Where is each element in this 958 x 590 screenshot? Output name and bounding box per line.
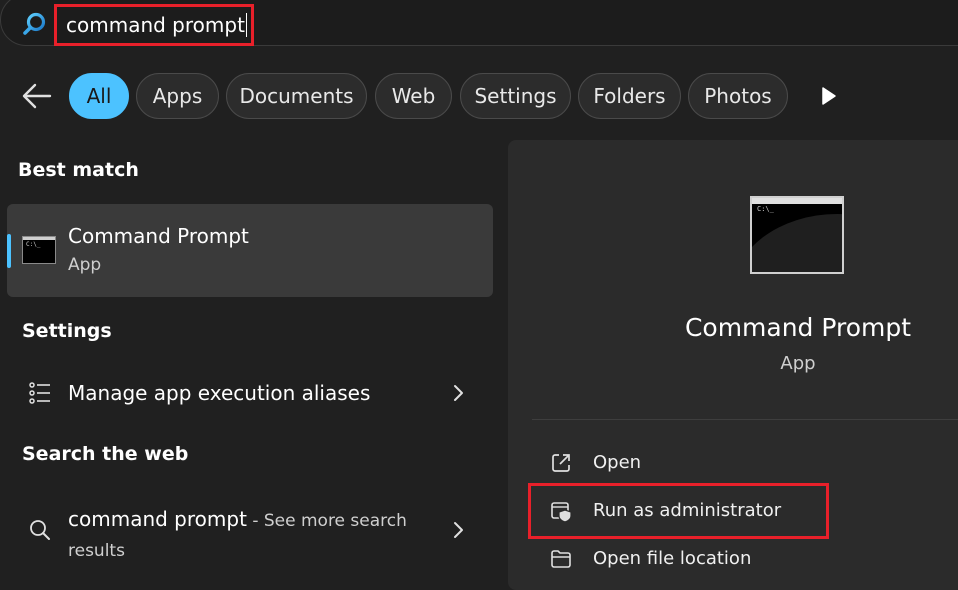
command-prompt-icon: C:\_ (22, 236, 56, 264)
details-subtitle: App (780, 353, 816, 374)
best-match-header: Best match (18, 159, 139, 181)
open-label: Open (593, 452, 642, 473)
filter-chip-web[interactable]: Web (375, 73, 452, 119)
open-file-location-label: Open file location (593, 548, 752, 569)
web-query-text: command prompt (68, 507, 247, 531)
list-icon (28, 381, 52, 405)
selection-indicator (7, 234, 11, 268)
filter-chip-photos[interactable]: Photos (688, 73, 788, 119)
more-filters-button[interactable] (820, 86, 838, 106)
best-match-item[interactable] (7, 204, 493, 297)
filter-chip-settings[interactable]: Settings (460, 73, 571, 119)
settings-item-label: Manage app execution aliases (68, 381, 371, 405)
web-suffix-text-2: results (68, 541, 125, 561)
search-web-header: Search the web (22, 443, 189, 465)
best-match-title: Command Prompt (68, 224, 249, 248)
shield-window-icon (550, 500, 572, 523)
search-icon (22, 11, 48, 37)
filter-chip-all[interactable]: All (69, 73, 129, 119)
back-button[interactable] (20, 80, 54, 112)
search-query-text: command prompt (66, 13, 245, 37)
open-external-icon (550, 452, 572, 474)
filter-chip-folders[interactable]: Folders (578, 73, 681, 119)
magnifier-icon (28, 518, 52, 542)
filter-chip-apps[interactable]: Apps (136, 73, 219, 119)
details-title: Command Prompt (684, 313, 912, 342)
web-result-text: command prompt - See more search results (68, 504, 438, 566)
chevron-right-icon (452, 521, 464, 539)
settings-header: Settings (22, 320, 112, 342)
best-match-subtitle: App (68, 255, 102, 275)
filter-chip-documents[interactable]: Documents (226, 73, 367, 119)
search-input[interactable]: command prompt (54, 4, 254, 46)
web-suffix-text: - See more search (246, 511, 407, 531)
text-caret (245, 13, 247, 37)
run-as-admin-label: Run as administrator (593, 500, 782, 521)
back-arrow-icon (22, 83, 52, 109)
chevron-right-icon (452, 384, 464, 402)
folder-icon (550, 548, 572, 570)
play-triangle-icon (822, 87, 836, 105)
command-prompt-icon-large: C:\_ (750, 196, 844, 274)
divider (532, 419, 958, 420)
